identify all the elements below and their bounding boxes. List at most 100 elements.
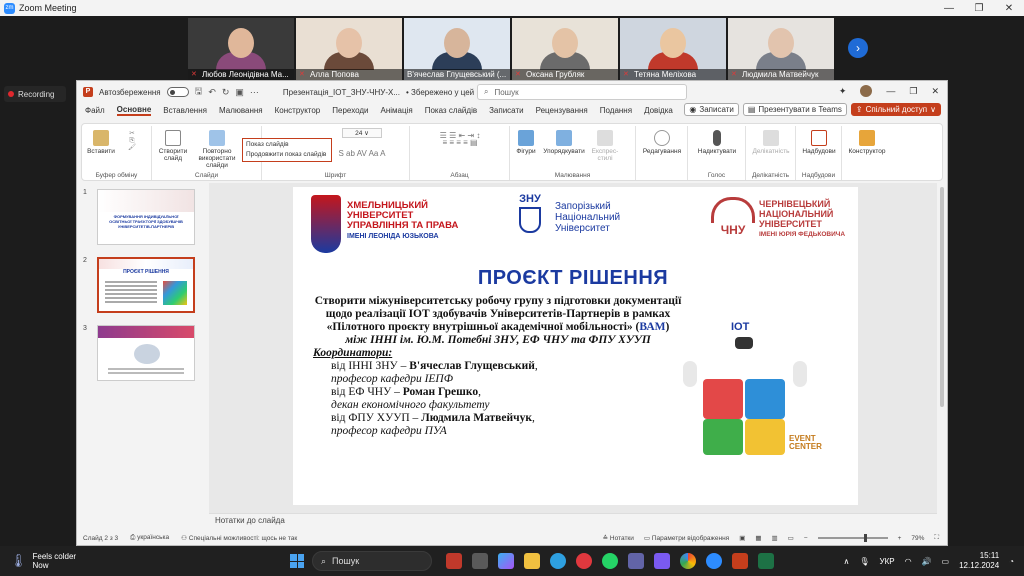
participant-tile[interactable]: В'ячеслав Глущевський (... — [404, 18, 510, 80]
new-slide-button[interactable]: Створити слайд — [156, 130, 190, 162]
present-icon[interactable]: ▣ — [235, 87, 244, 98]
tab-draw[interactable]: Малювання — [219, 106, 263, 115]
slide-thumbnail[interactable] — [97, 325, 195, 381]
maximize-icon[interactable]: ❐ — [964, 3, 994, 14]
participant-tile[interactable]: ✕ Любов Леонідівна Ма... — [188, 18, 294, 80]
arrange-button[interactable]: Упорядкувати — [542, 130, 586, 155]
keyboard-language[interactable]: УКР — [880, 557, 895, 566]
uni3-name: ЧЕРНІВЕЦЬКИЙ НАЦІОНАЛЬНИЙ УНІВЕРСИТЕТ — [759, 199, 834, 229]
minimize-icon[interactable]: — — [934, 3, 964, 14]
volume-icon[interactable]: 🔊 — [922, 557, 932, 566]
copilot-icon[interactable] — [498, 553, 514, 569]
flower-widget-icon[interactable] — [446, 553, 462, 569]
recording-indicator[interactable]: Recording — [4, 86, 66, 102]
zoom-in-icon[interactable]: + — [898, 535, 902, 542]
participant-tile[interactable]: ✕ Оксана Грубляк — [512, 18, 618, 80]
task-view-icon[interactable] — [472, 553, 488, 569]
dictate-button[interactable]: Надиктувати — [692, 130, 742, 155]
zoom-out-icon[interactable]: − — [804, 535, 808, 542]
notes-pane[interactable]: Нотатки до слайда — [209, 513, 937, 527]
share-button[interactable]: ⇪ Спільний доступ ∨ — [850, 103, 941, 116]
microphone-icon[interactable]: 🎙 — [859, 557, 869, 566]
close-icon[interactable]: ✕ — [994, 3, 1024, 14]
slide-thumbnail-selected[interactable]: ПРОЄКТ РІШЕННЯ — [97, 257, 195, 313]
taskbar-search[interactable]: ⌕ Пошук — [312, 551, 432, 571]
vertical-scrollbar[interactable] — [939, 183, 945, 513]
slide-canvas[interactable]: ХМЕЛЬНИЦЬКИЙ УНІВЕРСИТЕТ УПРАВЛІННЯ ТА П… — [293, 187, 858, 505]
teams-work-icon[interactable] — [654, 553, 670, 569]
zoom-slider[interactable] — [817, 534, 888, 542]
file-explorer-icon[interactable] — [524, 553, 540, 569]
telegram-icon[interactable] — [550, 553, 566, 569]
slideshow-view-icon[interactable]: ▭ — [788, 534, 794, 542]
participant-tile[interactable]: ✕ Алла Попова — [296, 18, 402, 80]
designer-button[interactable]: Конструктор — [844, 130, 890, 155]
tab-home[interactable]: Основне — [116, 105, 152, 116]
slide-thumbnail[interactable]: ФОРМУВАННЯ ІНДИВІДУАЛЬНОЇ ОСВІТНЬОЇ ТРАЄ… — [97, 189, 195, 245]
tab-help[interactable]: Довідка — [644, 106, 673, 115]
teams-icon[interactable] — [628, 553, 644, 569]
tab-design[interactable]: Конструктор — [275, 106, 321, 115]
present-in-teams-button[interactable]: ▤ Презентувати в Teams — [742, 103, 847, 116]
editing-button[interactable]: Редагування — [640, 130, 684, 155]
maximize-icon[interactable]: ❐ — [909, 86, 917, 97]
normal-view-icon[interactable]: ▣ — [739, 534, 745, 542]
participant-tile[interactable]: ✕ Людмила Матвейчук — [728, 18, 834, 80]
font-format-icons[interactable]: S ab AV Aa A — [322, 150, 402, 158]
quick-styles-button[interactable]: Експрес-стилі — [588, 130, 622, 162]
gallery-next-button[interactable]: › — [848, 38, 868, 58]
autosave-toggle[interactable] — [166, 87, 189, 97]
reading-view-icon[interactable]: ▥ — [772, 534, 778, 542]
tab-animations[interactable]: Анімація — [381, 106, 413, 115]
undo-icon[interactable]: ↶ — [208, 87, 216, 98]
tab-review[interactable]: Рецензування — [536, 106, 588, 115]
chevron-up-icon[interactable]: ∧ — [844, 557, 850, 566]
cut-icon[interactable]: ✂ ⎘ 🖌 — [122, 130, 142, 151]
display-settings-button[interactable]: ▭ Параметри відображення — [644, 534, 729, 542]
tab-record[interactable]: Записати — [489, 106, 524, 115]
weather-widget[interactable]: 🌡 Feels colder Now — [0, 552, 120, 570]
zoom-icon[interactable] — [706, 553, 722, 569]
participant-tile[interactable]: ✕ Тетяна Меліхова — [620, 18, 726, 80]
clock[interactable]: 15:11 12.12.2024 — [959, 551, 999, 571]
battery-icon[interactable]: ▭ — [942, 557, 950, 566]
avatar[interactable] — [860, 85, 873, 97]
shapes-button[interactable]: Фігури — [512, 130, 540, 155]
minimize-icon[interactable]: — — [886, 86, 895, 96]
tab-transitions[interactable]: Переходи — [332, 106, 368, 115]
accessibility-indicator[interactable]: ⚇ Спеціальні можливості: щось не так — [181, 534, 297, 542]
addins-button[interactable]: Надбудови — [798, 130, 840, 155]
whatsapp-icon[interactable] — [602, 553, 618, 569]
reuse-slides-button[interactable]: Повторно використати слайди — [192, 130, 242, 169]
chrome-icon[interactable] — [680, 553, 696, 569]
redo-icon[interactable]: ↻ — [222, 87, 230, 98]
font-size-select[interactable]: 24 ∨ — [342, 128, 382, 138]
tab-insert[interactable]: Вставлення — [163, 106, 207, 115]
zoom-level[interactable]: 79% — [911, 535, 924, 542]
powerpoint-icon[interactable] — [732, 553, 748, 569]
clipboard-group: Вставити ✂ ⎘ 🖌 Буфер обміну — [82, 126, 152, 180]
tab-view[interactable]: Подання — [600, 106, 632, 115]
search-box[interactable]: ⌕ Пошук — [477, 84, 687, 100]
sensitivity-button[interactable]: Делікатність — [748, 130, 794, 155]
record-dot-icon — [8, 91, 14, 97]
customize-qat-icon[interactable]: ⋯ — [250, 87, 259, 98]
opera-icon[interactable] — [576, 553, 592, 569]
language-indicator[interactable]: ⎙ українська — [130, 534, 169, 542]
excel-icon[interactable] — [758, 553, 774, 569]
record-button[interactable]: ◉ Записати — [684, 103, 739, 116]
copilot-icon[interactable]: ✦ — [839, 86, 847, 97]
save-icon[interactable]: 🖫 — [195, 84, 203, 100]
paste-button[interactable]: Вставити — [86, 130, 116, 155]
notes-button[interactable]: ≙ Нотатки — [603, 534, 634, 542]
notifications-icon[interactable]: ◔ — [1009, 557, 1014, 566]
slide-sorter-icon[interactable]: ▦ — [755, 534, 761, 542]
paragraph-icons[interactable]: ☰ ☰ ⇤ ⇥ ↕ ≡ ≡ ≡ ≡ ▤ — [416, 132, 504, 147]
wifi-icon[interactable]: ◠ — [905, 557, 912, 566]
fit-slide-icon[interactable]: ⛶ — [934, 534, 939, 542]
microphone-icon — [713, 130, 721, 146]
tab-file[interactable]: Файл — [85, 106, 105, 115]
close-icon[interactable]: ✕ — [931, 86, 939, 97]
start-button[interactable] — [290, 554, 304, 568]
tab-slideshow[interactable]: Показ слайдів — [425, 106, 477, 115]
